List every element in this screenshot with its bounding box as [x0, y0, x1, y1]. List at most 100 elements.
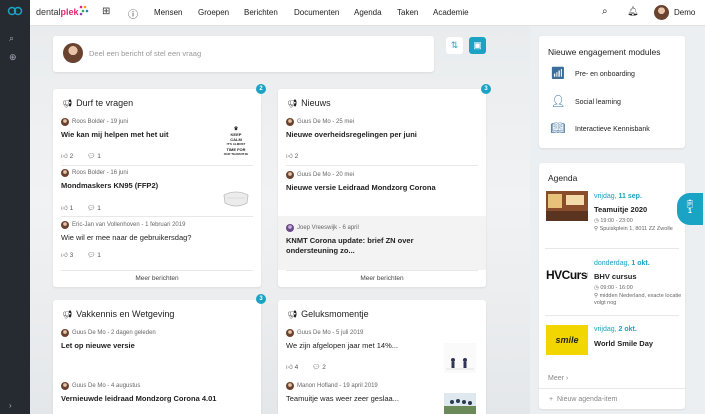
layout-toggle-button[interactable]: ▣ — [469, 37, 486, 54]
panel-title: 📢︎ Geluksmomentje — [287, 309, 369, 319]
module-label[interactable]: Pre- en onboarding — [575, 71, 635, 78]
event-time-value: 19:00 - 23:00 — [600, 218, 633, 224]
post-photo-thumbnail[interactable] — [444, 343, 476, 373]
like-count[interactable]: 👍︎ 4 — [286, 364, 305, 371]
compose-avatar — [63, 43, 83, 63]
like-count[interactable]: 👍︎ 3 — [61, 252, 80, 259]
sort-button[interactable]: ⇅ — [446, 37, 463, 54]
pin-icon: ⚲ — [594, 293, 599, 299]
module-label[interactable]: Interactieve Kennisbank — [575, 126, 650, 133]
post-date: 5 juli 2019 — [336, 330, 364, 336]
post-text[interactable]: Wie wil er mee naar de gebruikersdag? — [61, 233, 255, 242]
compose-placeholder[interactable]: Deel een bericht of stel een vraag — [89, 49, 201, 58]
post-author[interactable]: Roos Bolder — [72, 170, 105, 176]
user-name[interactable]: Demo — [674, 8, 695, 17]
info-icon[interactable]: ⓘ — [128, 6, 138, 21]
post-title[interactable]: Vernieuwde leidraad Mondzorg Corona 4.01 — [61, 394, 255, 404]
add-icon[interactable]: ⊕ — [9, 52, 17, 63]
post-author[interactable]: Manon Hofland — [297, 383, 338, 389]
comment-count[interactable]: 💬︎ 1 — [87, 153, 108, 160]
nav-berichten[interactable]: Berichten — [244, 8, 278, 17]
event-title[interactable]: World Smile Day — [594, 339, 653, 348]
post-date: 16 juni — [110, 170, 129, 176]
module-item[interactable]: 📖︎ Interactieve Kennisbank — [549, 121, 650, 137]
expand-icon[interactable]: › — [9, 401, 12, 410]
post-author[interactable]: Guus De Mo — [297, 119, 331, 125]
comments-value: 1 — [97, 252, 101, 259]
list-item[interactable]: Joep Vreeswijk - 6 april KNMT Corona upd… — [286, 224, 480, 256]
post-photo-thumbnail[interactable] — [444, 393, 476, 414]
compose-box[interactable]: Deel een bericht of stel een vraag — [53, 36, 434, 72]
author-avatar — [286, 118, 294, 126]
tasks-count: 1 — [688, 208, 692, 215]
brand-logo[interactable]: dentalplek — [36, 7, 79, 17]
divider — [286, 270, 478, 271]
post-author[interactable]: Eric-Jan van Vollenhoven — [72, 222, 140, 228]
comment-count[interactable]: 💬︎ 2 — [312, 364, 333, 371]
module-label[interactable]: Social learning — [575, 99, 621, 106]
card-title: Nieuwe engagement modules — [548, 47, 661, 57]
divider — [545, 315, 679, 316]
more-posts-link[interactable]: Meer berichten — [278, 275, 486, 282]
search-icon[interactable]: ⌕ — [602, 6, 608, 17]
post-title[interactable]: KNMT Corona update: brief ZN over onders… — [286, 236, 456, 256]
post-author[interactable]: Guus De Mo — [72, 330, 106, 336]
app-logo-icon[interactable] — [7, 6, 23, 16]
post-title[interactable]: Nieuwe versie Leidraad Mondzorg Corona — [286, 183, 480, 193]
author-avatar — [286, 171, 294, 179]
search-icon[interactable]: ⌕ — [9, 33, 14, 44]
megaphone-icon: 📢︎ — [287, 99, 298, 108]
list-item[interactable]: Guus De Mo - 2 dagen geleden Let op nieu… — [61, 329, 255, 351]
author-avatar — [286, 382, 294, 390]
event-date-value: 2 okt. — [618, 326, 637, 333]
post-author[interactable]: Joep Vreeswijk — [297, 225, 337, 231]
face-mask-thumbnail[interactable] — [221, 189, 251, 209]
post-author[interactable]: Guus De Mo — [297, 172, 331, 178]
like-count[interactable]: 👍︎ 2 — [286, 153, 305, 160]
panel-title-text: Geluksmomentje — [301, 309, 369, 319]
like-count[interactable]: 👍︎ 1 — [61, 205, 80, 212]
author-avatar — [61, 329, 69, 337]
tasks-fab[interactable]: 📋︎ 1 — [677, 193, 703, 225]
event-location: ⚲ Spuiskplein 1, 8011 ZZ Zwolle — [594, 226, 689, 233]
post-title[interactable]: Nieuwe overheidsregelingen per juni — [286, 130, 480, 140]
post-title[interactable]: Let op nieuwe versie — [61, 341, 255, 351]
bell-icon[interactable]: 🔔︎ — [627, 6, 638, 17]
post-author[interactable]: Roos Bolder — [72, 119, 105, 125]
list-item[interactable]: Guus De Mo - 4 augustus Vernieuwde leidr… — [61, 382, 255, 404]
module-item[interactable]: 👤︎ Social learning — [549, 94, 621, 110]
post-author[interactable]: Guus De Mo — [297, 330, 331, 336]
post-author[interactable]: Guus De Mo — [72, 383, 106, 389]
new-agenda-item-button[interactable]: + Nieuw agenda-item — [549, 396, 617, 403]
agenda-more-link[interactable]: Meer › — [548, 375, 568, 382]
panel-title-text: Vakkennis en Wetgeving — [76, 309, 175, 319]
divider — [61, 216, 253, 217]
event-title[interactable]: BHV cursus — [594, 272, 637, 281]
module-item[interactable]: 📶︎ Pre- en onboarding — [549, 66, 635, 82]
nav-mensen[interactable]: Mensen — [154, 8, 182, 17]
comment-count[interactable]: 💬︎ 1 — [87, 252, 108, 259]
like-count[interactable]: 👍︎ 2 — [61, 153, 80, 160]
event-image-teamuitje[interactable] — [546, 191, 588, 221]
nav-agenda[interactable]: Agenda — [354, 8, 382, 17]
comments-value: 1 — [97, 153, 101, 160]
nav-academie[interactable]: Academie — [433, 8, 469, 17]
comment-count[interactable]: 💬︎ 1 — [87, 205, 108, 212]
list-item[interactable]: Guus De Mo - 25 mei Nieuwe overheidsrege… — [286, 118, 480, 160]
event-title[interactable]: Teamuitje 2020 — [594, 205, 647, 214]
apps-grid-icon[interactable]: ⊞ — [102, 6, 110, 17]
list-item[interactable]: Guus De Mo - 20 mei Nieuwe versie Leidra… — [286, 171, 480, 193]
nav-groepen[interactable]: Groepen — [198, 8, 229, 17]
brand-suffix: plek — [60, 7, 79, 17]
keep-calm-thumbnail[interactable]: ♛ KEEP CALM IT'S ALMOST TIME FOR OUR TEA… — [219, 127, 253, 163]
agenda-card: Agenda vrijdag, 11 sep. Teamuitje 2020 ◷… — [539, 163, 685, 409]
nav-documenten[interactable]: Documenten — [294, 8, 339, 17]
post-date: 25 mei — [336, 119, 355, 125]
list-item[interactable]: Eric-Jan van Vollenhoven - 1 februari 20… — [61, 221, 255, 259]
event-image-bhv[interactable]: HVCursu — [546, 260, 588, 290]
user-avatar[interactable] — [654, 5, 669, 20]
more-posts-link[interactable]: Meer berichten — [53, 275, 261, 282]
event-image-smile[interactable]: smile — [546, 325, 588, 355]
nav-taken[interactable]: Taken — [397, 8, 418, 17]
event-location-value: midden Nederland, exacte locatie volgt n… — [594, 293, 682, 306]
